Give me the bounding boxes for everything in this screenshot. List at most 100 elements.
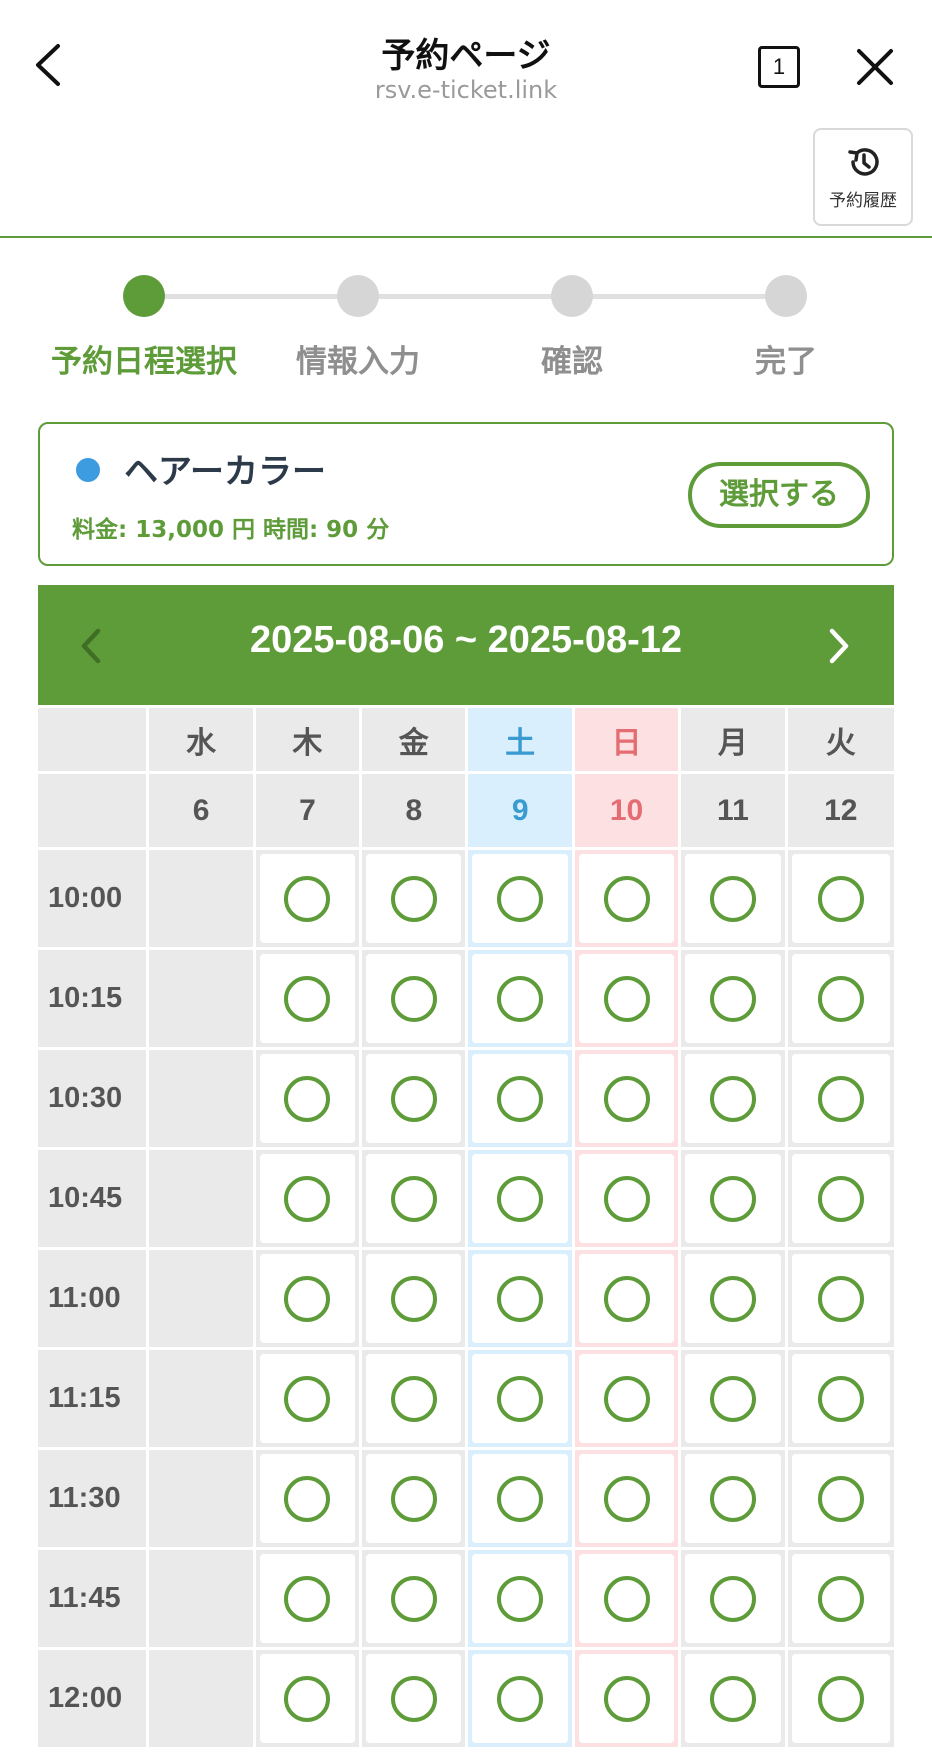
time-slot[interactable] (468, 1650, 575, 1750)
time-slot[interactable] (468, 950, 575, 1050)
slot-inner (259, 854, 356, 943)
unavailable-slot (149, 1450, 256, 1550)
time-slot[interactable] (574, 1050, 682, 1150)
time-slot[interactable] (255, 1150, 363, 1250)
slot-inner (791, 1254, 890, 1343)
slot-inner (366, 1654, 462, 1743)
time-slot[interactable] (468, 1250, 575, 1350)
time-slot[interactable] (681, 1450, 788, 1550)
time-slot[interactable] (255, 950, 363, 1050)
menu-price-duration: 料金: 13,000 円 時間: 90 分 (72, 517, 390, 543)
time-slot[interactable] (468, 1150, 575, 1250)
time-slot[interactable] (362, 950, 469, 1050)
time-slot[interactable] (362, 1050, 469, 1150)
time-slot[interactable] (362, 1450, 469, 1550)
time-row: 11:45 (38, 1550, 894, 1650)
time-slot[interactable] (255, 1050, 363, 1150)
slot-inner (578, 854, 675, 943)
time-slot[interactable] (681, 950, 788, 1050)
time-slot[interactable] (468, 1550, 575, 1650)
time-slot[interactable] (787, 1450, 894, 1550)
time-slot[interactable] (255, 850, 363, 950)
close-button[interactable] (854, 46, 896, 88)
time-slot[interactable] (468, 1350, 575, 1450)
slot-inner (472, 954, 568, 1043)
time-slot[interactable] (681, 1050, 788, 1150)
time-slot[interactable] (255, 1650, 363, 1750)
select-menu-button[interactable]: 選択する (688, 462, 870, 528)
time-slot[interactable] (362, 1650, 469, 1750)
available-circle-icon (390, 1275, 437, 1322)
time-slot[interactable] (574, 1250, 682, 1350)
next-week-button[interactable] (824, 625, 854, 667)
available-circle-icon (390, 1075, 437, 1122)
progress-line (144, 294, 786, 299)
time-slot[interactable] (468, 1450, 575, 1550)
time-slot[interactable] (787, 850, 894, 950)
calendar-grid: 水木金土日月火 6 7 8 9 10 11 12 10:00 10:15 10:30 10:45 11:… (38, 708, 894, 1750)
available-circle-icon (709, 975, 756, 1022)
time-slot[interactable] (255, 1350, 363, 1450)
time-slot[interactable] (787, 1250, 894, 1350)
time-slot[interactable] (362, 1250, 469, 1350)
time-slot[interactable] (468, 850, 575, 950)
time-slot[interactable] (362, 850, 469, 950)
time-slot[interactable] (574, 1150, 682, 1250)
time-slot[interactable] (787, 1350, 894, 1450)
time-slot[interactable] (574, 850, 682, 950)
available-circle-icon (284, 1475, 331, 1522)
available-circle-icon (709, 1675, 756, 1722)
time-slot[interactable] (362, 1150, 469, 1250)
time-slot[interactable] (681, 1250, 788, 1350)
time-slot[interactable] (574, 1350, 682, 1450)
time-slot[interactable] (255, 1450, 363, 1550)
available-circle-icon (284, 1275, 331, 1322)
unavailable-slot (149, 850, 256, 950)
available-circle-icon (497, 1475, 544, 1522)
unavailable-slot (149, 1350, 256, 1450)
available-circle-icon (817, 875, 864, 922)
date-header: 11 (681, 774, 788, 850)
time-slot[interactable] (574, 950, 682, 1050)
time-slot[interactable] (468, 1050, 575, 1150)
time-slot[interactable] (787, 1150, 894, 1250)
time-label: 11:45 (38, 1550, 150, 1650)
time-slot[interactable] (787, 1650, 894, 1750)
date-range: 2025-08-06 ~ 2025-08-12 (249, 619, 683, 661)
time-slot[interactable] (574, 1450, 682, 1550)
time-slot[interactable] (681, 1650, 788, 1750)
time-row: 11:30 (38, 1450, 894, 1550)
slot-inner (685, 1454, 781, 1543)
available-circle-icon (284, 1175, 331, 1222)
time-slot[interactable] (255, 1250, 363, 1350)
weekday-header: 木 (255, 708, 363, 774)
tabs-button[interactable]: 1 (758, 46, 800, 88)
time-slot[interactable] (255, 1550, 363, 1650)
time-slot[interactable] (574, 1550, 682, 1650)
available-circle-icon (284, 1675, 331, 1722)
available-circle-icon (390, 1175, 437, 1222)
time-slot[interactable] (681, 850, 788, 950)
time-slot[interactable] (787, 1050, 894, 1150)
history-button[interactable]: 予約履歴 (813, 128, 913, 226)
slot-inner (472, 854, 568, 943)
time-slot[interactable] (787, 1550, 894, 1650)
close-icon (857, 49, 893, 85)
slot-inner (578, 1554, 675, 1643)
time-slot[interactable] (362, 1350, 469, 1450)
time-slot[interactable] (681, 1350, 788, 1450)
time-slot[interactable] (681, 1150, 788, 1250)
available-circle-icon (709, 1075, 756, 1122)
slot-inner (259, 1254, 356, 1343)
available-circle-icon (284, 1575, 331, 1622)
slot-inner (791, 1554, 890, 1643)
slot-inner (366, 1454, 462, 1543)
time-slot[interactable] (362, 1550, 469, 1650)
time-slot[interactable] (681, 1550, 788, 1650)
slot-inner (472, 1054, 568, 1143)
step-label-4: 完了 (755, 344, 817, 380)
slot-inner (791, 1054, 890, 1143)
available-circle-icon (603, 875, 650, 922)
time-slot[interactable] (787, 950, 894, 1050)
time-slot[interactable] (574, 1650, 682, 1750)
